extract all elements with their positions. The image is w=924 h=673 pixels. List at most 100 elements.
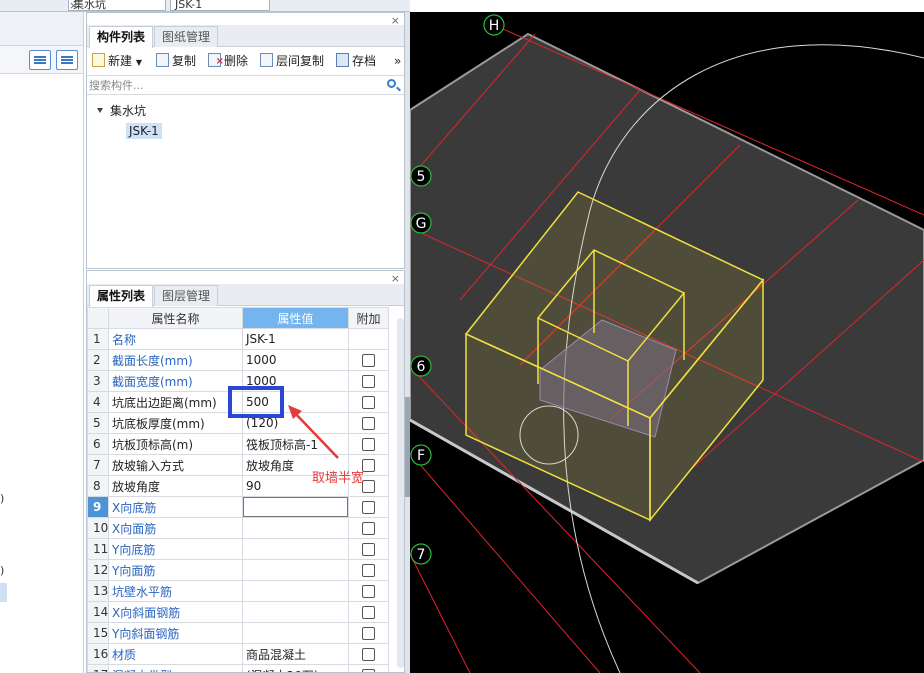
property-row[interactable]: 17混凝土类型(混凝土20石): [87, 664, 405, 672]
card-view-button[interactable]: [56, 50, 78, 70]
grid-axis-label: G: [416, 216, 427, 232]
attach-checkbox[interactable]: [362, 564, 375, 577]
property-value[interactable]: [242, 622, 349, 644]
delete-button[interactable]: 删除: [208, 52, 248, 71]
property-row[interactable]: 10 X向面筋: [87, 517, 405, 539]
property-value[interactable]: JSK-1: [242, 328, 349, 350]
row-number: 5: [87, 412, 109, 434]
property-name: 名称: [108, 328, 243, 350]
row-number: 2: [87, 349, 109, 371]
tab-component-list[interactable]: 构件列表: [89, 26, 154, 48]
property-value[interactable]: 商品混凝土: [242, 643, 349, 665]
more-button[interactable]: »: [394, 52, 401, 70]
property-value[interactable]: [242, 601, 349, 623]
left-pane-toolbar: [0, 46, 83, 74]
extra-cell: [348, 580, 389, 602]
copy-button[interactable]: 复制: [156, 52, 196, 70]
component-type-combo[interactable]: 集水坑: [68, 0, 166, 11]
grid-axis-label: 7: [417, 547, 426, 563]
property-name: 坑底出边距离(mm): [108, 391, 243, 413]
attach-checkbox[interactable]: [362, 585, 375, 598]
property-name: 截面长度(mm): [108, 349, 243, 371]
archive-icon: [336, 53, 349, 67]
left-selected-item[interactable]: [0, 583, 7, 602]
grid-axis-label: 6: [417, 359, 426, 375]
attach-checkbox[interactable]: [362, 522, 375, 535]
copy-icon: [156, 53, 169, 67]
list-view-button[interactable]: [29, 50, 51, 70]
property-name: 放坡角度: [108, 475, 243, 497]
3d-scene[interactable]: H 5 G 6 F 7: [410, 12, 924, 673]
property-scrollbar[interactable]: [397, 318, 404, 668]
property-value[interactable]: [242, 559, 349, 581]
property-row[interactable]: 14 X向斜面钢筋: [87, 601, 405, 623]
property-name: 坑壁水平筋: [108, 580, 243, 602]
component-name-combo[interactable]: JSK-1: [170, 0, 270, 11]
property-value[interactable]: [242, 496, 349, 518]
component-toolbar: 新建 ▼ 复制 删除 层间复制 存档 »: [87, 49, 404, 73]
archive-button[interactable]: 存档: [336, 52, 376, 70]
property-name: 混凝土类型: [108, 664, 243, 672]
attach-checkbox[interactable]: [362, 627, 375, 640]
dropdown-arrow-icon: ▼: [135, 58, 142, 67]
left-pane-header: [0, 12, 83, 46]
property-row[interactable]: 11 Y向底筋: [87, 538, 405, 560]
delete-icon: [208, 53, 224, 71]
row-number: 4: [87, 391, 109, 413]
tree-node-jsk1[interactable]: JSK-1: [126, 123, 162, 139]
floor-copy-button[interactable]: 层间复制: [260, 52, 324, 70]
property-row[interactable]: 13 坑壁水平筋: [87, 580, 405, 602]
search-input[interactable]: [89, 77, 379, 93]
3d-viewport[interactable]: H 5 G 6 F 7: [410, 12, 924, 673]
tree-node-pit[interactable]: 集水坑: [97, 102, 146, 119]
floor-copy-icon: [260, 53, 273, 67]
tab-layer-management[interactable]: 图层管理: [154, 285, 219, 306]
property-name: 材质: [108, 643, 243, 665]
collapse-icon[interactable]: [97, 108, 103, 113]
property-name: X向面筋: [108, 517, 243, 539]
attach-checkbox[interactable]: [362, 648, 375, 661]
property-row[interactable]: 15 Y向斜面钢筋: [87, 622, 405, 644]
attach-checkbox[interactable]: [362, 417, 375, 430]
attach-checkbox[interactable]: [362, 669, 375, 672]
property-row[interactable]: 1 名称 JSK-1: [87, 328, 405, 350]
attach-checkbox[interactable]: [362, 438, 375, 451]
property-value[interactable]: 1000: [242, 349, 349, 371]
property-value[interactable]: [242, 580, 349, 602]
tab-drawing-management[interactable]: 图纸管理: [154, 26, 219, 47]
property-name: Y向底筋: [108, 538, 243, 560]
property-row[interactable]: 9 X向底筋: [87, 496, 405, 518]
property-row[interactable]: 6 坑板顶标高(m) 筏板顶标高-1: [87, 433, 405, 455]
new-button[interactable]: 新建 ▼: [92, 52, 142, 70]
left-nav-pane: ) ): [0, 12, 84, 673]
close-icon[interactable]: ×: [69, 0, 78, 11]
property-value[interactable]: [242, 517, 349, 539]
attach-checkbox[interactable]: [362, 354, 375, 367]
row-number: 16: [87, 643, 109, 665]
attach-checkbox[interactable]: [362, 543, 375, 556]
property-row[interactable]: 2 截面长度(mm) 1000: [87, 349, 405, 371]
property-name: X向斜面钢筋: [108, 601, 243, 623]
list-icon: [34, 56, 46, 64]
attach-checkbox[interactable]: [362, 501, 375, 514]
attach-checkbox[interactable]: [362, 606, 375, 619]
property-row[interactable]: 16 材质 商品混凝土: [87, 643, 405, 665]
grid-axis-label: 5: [417, 169, 426, 185]
row-number: 13: [87, 580, 109, 602]
search-icon[interactable]: [387, 79, 396, 88]
row-number: 9: [87, 496, 109, 518]
property-row[interactable]: 12 Y向面筋: [87, 559, 405, 581]
property-table: 属性名称 属性值 附加 1 名称 JSK-1 2 截面长度(mm) 1000 3 截面宽度(m…: [87, 307, 405, 672]
grid-axis-label: H: [489, 18, 500, 34]
row-number: 6: [87, 433, 109, 455]
app-window: 集水坑 JSK-1 × ) ) × 构件列表 图纸管理 新建 ▼ 复制 删除: [0, 0, 924, 673]
extra-cell: [348, 517, 389, 539]
extra-cell: [348, 559, 389, 581]
property-value[interactable]: [242, 538, 349, 560]
tab-property-list[interactable]: 属性列表: [89, 285, 154, 307]
row-number: 7: [87, 454, 109, 476]
attach-checkbox[interactable]: [362, 396, 375, 409]
row-number: 12: [87, 559, 109, 581]
attach-checkbox[interactable]: [362, 375, 375, 388]
property-value[interactable]: (混凝土20石): [242, 664, 349, 672]
